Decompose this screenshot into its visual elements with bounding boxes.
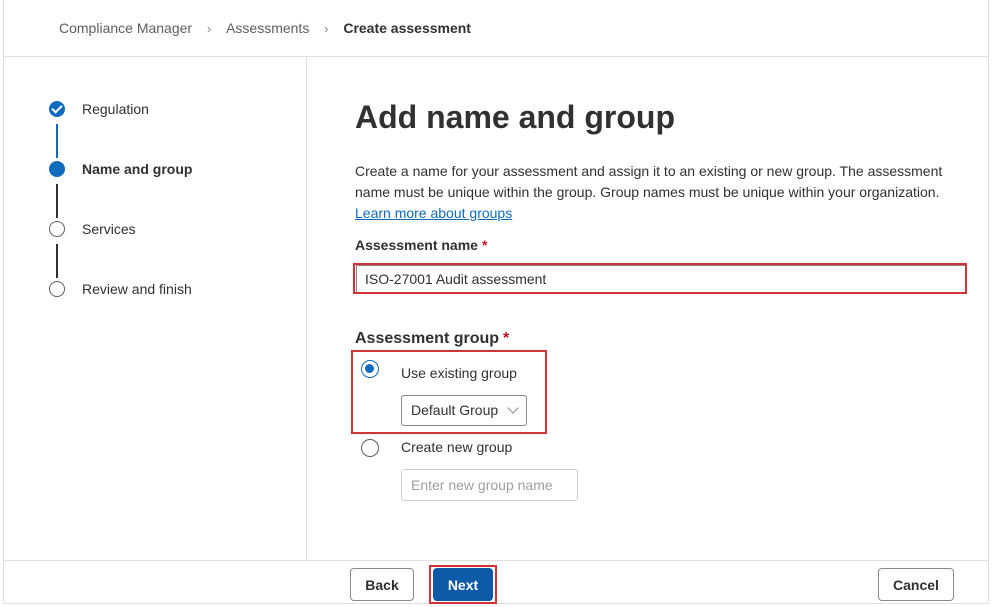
empty-circle-icon (49, 221, 65, 237)
step-label: Name and group (82, 161, 193, 177)
checkmark-circle-icon (49, 101, 65, 117)
stepper-connector (56, 244, 58, 278)
back-button[interactable]: Back (350, 568, 414, 601)
step-label: Services (82, 221, 136, 237)
stepper-connector (56, 184, 58, 218)
empty-circle-icon (49, 281, 65, 297)
radio-label-create-new-group[interactable]: Create new group (401, 439, 512, 455)
radio-create-new-group[interactable] (361, 439, 379, 457)
step-regulation[interactable]: Regulation (49, 101, 149, 117)
highlight-box (429, 565, 497, 604)
step-label: Review and finish (82, 281, 192, 297)
breadcrumb-assessments[interactable]: Assessments (226, 20, 309, 36)
page-description: Create a name for your assessment and as… (355, 161, 945, 224)
highlight-box (353, 263, 967, 294)
page-title: Add name and group (355, 99, 675, 135)
wizard-stepper: Regulation Name and group Services Revie… (4, 57, 307, 560)
assessment-group-label: Assessment group * (355, 330, 509, 348)
breadcrumb-compliance-manager[interactable]: Compliance Manager (59, 20, 192, 36)
stepper-connector (56, 124, 58, 158)
create-assessment-wizard: Compliance Manager › Assessments › Creat… (3, 0, 989, 604)
breadcrumb-current-page: Create assessment (343, 20, 471, 36)
new-group-name-input[interactable]: Enter new group name (401, 469, 578, 501)
learn-more-link[interactable]: Learn more about groups (355, 205, 512, 221)
description-text: Create a name for your assessment and as… (355, 163, 943, 200)
required-mark: * (503, 330, 510, 347)
breadcrumb: Compliance Manager › Assessments › Creat… (4, 0, 988, 57)
step-name-and-group[interactable]: Name and group (49, 161, 192, 177)
label-text: Assessment group (355, 330, 500, 347)
assessment-name-label: Assessment name * (355, 237, 487, 253)
highlight-box (351, 350, 547, 434)
label-text: Assessment name (355, 237, 478, 253)
step-review-and-finish[interactable]: Review and finish (49, 281, 192, 297)
required-mark: * (481, 237, 488, 253)
wizard-footer: Back Next Cancel (4, 560, 988, 604)
step-services[interactable]: Services (49, 221, 136, 237)
chevron-right-icon: › (324, 20, 329, 36)
chevron-right-icon: › (206, 20, 212, 36)
cancel-button[interactable]: Cancel (878, 568, 954, 601)
current-step-dot-icon (49, 161, 65, 177)
step-label: Regulation (82, 101, 149, 117)
